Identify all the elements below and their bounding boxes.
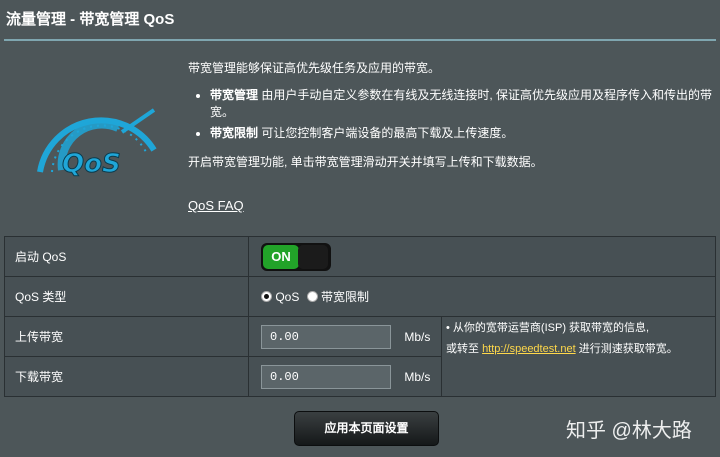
bullet-icon: • bbox=[446, 322, 453, 334]
qos-logo: QoS bbox=[22, 80, 172, 195]
feature-text: 可让您控制客户端设备的最高下载及上传速度。 bbox=[258, 126, 514, 140]
list-item: 带宽限制 可让您控制客户端设备的最高下载及上传速度。 bbox=[210, 125, 713, 142]
watermark: 知乎 @林大路 bbox=[566, 420, 692, 442]
toggle-on-label: ON bbox=[263, 244, 299, 269]
speedtest-link[interactable]: http://speedtest.net bbox=[482, 343, 576, 355]
qos-type-cell: QoS 带宽限制 bbox=[248, 276, 716, 317]
enable-qos-label: 启动 QoS bbox=[4, 236, 249, 277]
bandwidth-limit-radio[interactable] bbox=[306, 291, 318, 302]
feature-title: 带宽限制 bbox=[210, 126, 259, 140]
apply-button[interactable]: 应用本页面设置 bbox=[294, 411, 439, 446]
table-row: QoS 类型 QoS 带宽限制 bbox=[4, 276, 716, 317]
bandwidth-note: • 从你的宽带运营商(ISP) 获取带宽的信息, 或转至 http://spee… bbox=[446, 318, 696, 360]
qos-radio[interactable] bbox=[261, 291, 272, 302]
feature-text: 由用户手动自定义参数在有线及无线连接时, 保证高优先级应用及程序传入和传出的带宽… bbox=[210, 88, 713, 119]
logo-text: QoS bbox=[62, 149, 121, 179]
upload-bandwidth-label: 上传带宽 bbox=[4, 316, 249, 357]
instruction-text: 开启带宽管理功能, 单击带宽管理滑动开关并填写上传和下载数据。 bbox=[188, 155, 543, 169]
note-line1: • 从你的宽带运营商(ISP) 获取带宽的信息, bbox=[446, 318, 696, 339]
note-text: 从你的宽带运营商(ISP) 获取带宽的信息, bbox=[452, 322, 650, 334]
note-text: 或转至 bbox=[446, 343, 483, 355]
toggle-knob[interactable] bbox=[298, 244, 328, 269]
upload-cell: Mb/s bbox=[248, 316, 442, 357]
enable-qos-cell: ON bbox=[248, 236, 716, 277]
note-text: 进行测速获取带宽。 bbox=[575, 343, 678, 355]
feature-list: 带宽管理 由用户手动自定义参数在有线及无线连接时, 保证高优先级应用及程序传入和… bbox=[188, 87, 713, 142]
bandwidth-limit-radio-label[interactable]: 带宽限制 bbox=[321, 290, 369, 304]
qos-faq-link[interactable]: QoS FAQ bbox=[188, 198, 244, 213]
qos-toggle[interactable]: ON bbox=[261, 242, 331, 271]
download-unit: Mb/s bbox=[404, 369, 431, 384]
download-bandwidth-input[interactable] bbox=[261, 364, 391, 389]
download-bandwidth-label: 下载带宽 bbox=[4, 356, 249, 397]
list-item: 带宽管理 由用户手动自定义参数在有线及无线连接时, 保证高优先级应用及程序传入和… bbox=[210, 87, 713, 121]
download-cell: Mb/s bbox=[248, 356, 442, 397]
title-divider bbox=[4, 39, 716, 41]
speedometer-icon: QoS bbox=[37, 108, 157, 180]
upload-bandwidth-input[interactable] bbox=[261, 324, 391, 349]
qos-radio-label[interactable]: QoS bbox=[275, 290, 299, 304]
upload-unit: Mb/s bbox=[404, 329, 431, 344]
qos-type-label: QoS 类型 bbox=[4, 276, 249, 317]
feature-title: 带宽管理 bbox=[210, 88, 259, 102]
settings-table: 启动 QoS ON QoS 类型 QoS 带宽限制 上传带宽 Mb/s 下载带宽… bbox=[4, 236, 716, 397]
intro-text: 带宽管理能够保证高优先级任务及应用的带宽。 bbox=[188, 61, 441, 75]
page-title: 流量管理 - 带宽管理 QoS bbox=[6, 11, 175, 28]
table-row: 启动 QoS ON bbox=[4, 236, 716, 277]
note-line2: 或转至 http://speedtest.net 进行测速获取带宽。 bbox=[446, 339, 696, 360]
description: 带宽管理能够保证高优先级任务及应用的带宽。 带宽管理 由用户手动自定义参数在有线… bbox=[188, 60, 713, 171]
